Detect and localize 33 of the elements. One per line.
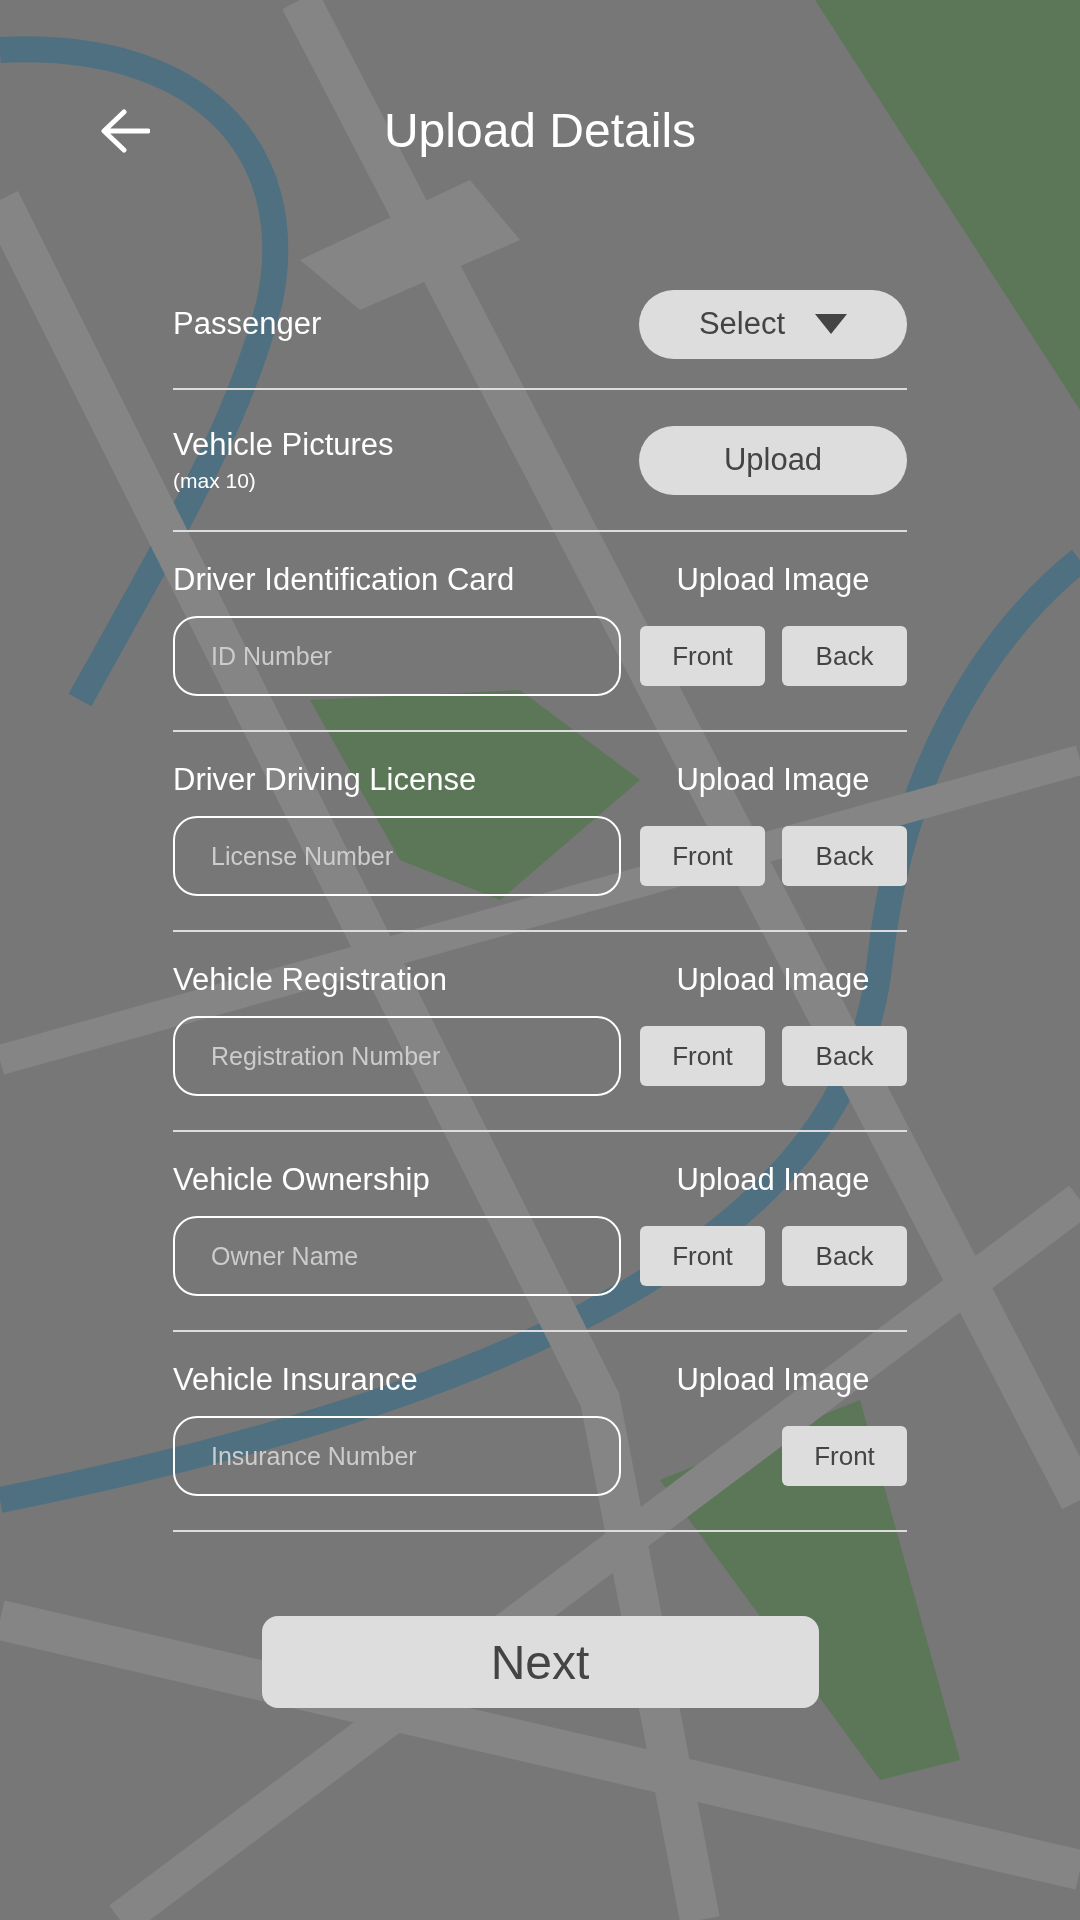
input-field[interactable]: ID Number bbox=[173, 616, 621, 696]
upload-image-label: Upload Image bbox=[676, 762, 870, 798]
caret-icon bbox=[815, 314, 848, 334]
document-label: Vehicle Ownership bbox=[173, 1162, 431, 1198]
upload-image-label: Upload Image bbox=[676, 1362, 870, 1398]
image-upload-button[interactable]: Front bbox=[640, 1026, 765, 1086]
document-label: Driver Identification Card bbox=[173, 562, 516, 598]
image-upload-button[interactable]: Front bbox=[782, 1426, 907, 1486]
image-upload-button[interactable]: Front bbox=[640, 626, 765, 686]
upload-image-label: Upload Image bbox=[676, 1162, 870, 1198]
input-field[interactable]: Insurance Number bbox=[173, 1416, 621, 1496]
input-field[interactable]: License Number bbox=[173, 816, 621, 896]
image-upload-button[interactable]: Back bbox=[782, 626, 907, 686]
image-upload-button[interactable]: Back bbox=[782, 1226, 907, 1286]
image-upload-button[interactable]: Back bbox=[782, 826, 907, 886]
document-label: Vehicle Registration bbox=[173, 962, 448, 998]
upload-image-label: Upload Image bbox=[676, 962, 870, 998]
next-button[interactable]: Next bbox=[261, 1616, 819, 1708]
passenger-label: Passenger bbox=[173, 306, 322, 342]
document-label: Vehicle Insurance bbox=[173, 1362, 419, 1398]
upload-button[interactable]: Upload bbox=[639, 425, 907, 495]
back-arrow-icon[interactable] bbox=[100, 108, 150, 154]
vehicle-pictures-label: Vehicle Pictures bbox=[173, 427, 394, 462]
max-note: (max 10) bbox=[173, 469, 257, 493]
input-field[interactable]: Registration Number bbox=[173, 1016, 621, 1096]
document-label: Driver Driving License bbox=[173, 762, 478, 798]
page-title: Upload Details bbox=[383, 102, 697, 158]
image-upload-button[interactable]: Front bbox=[640, 1226, 765, 1286]
image-upload-button[interactable]: Front bbox=[640, 826, 765, 886]
image-upload-button[interactable]: Back bbox=[782, 1026, 907, 1086]
select-dropdown[interactable]: Select bbox=[639, 289, 907, 359]
upload-image-label: Upload Image bbox=[676, 562, 870, 598]
input-field[interactable]: Owner Name bbox=[173, 1216, 621, 1296]
